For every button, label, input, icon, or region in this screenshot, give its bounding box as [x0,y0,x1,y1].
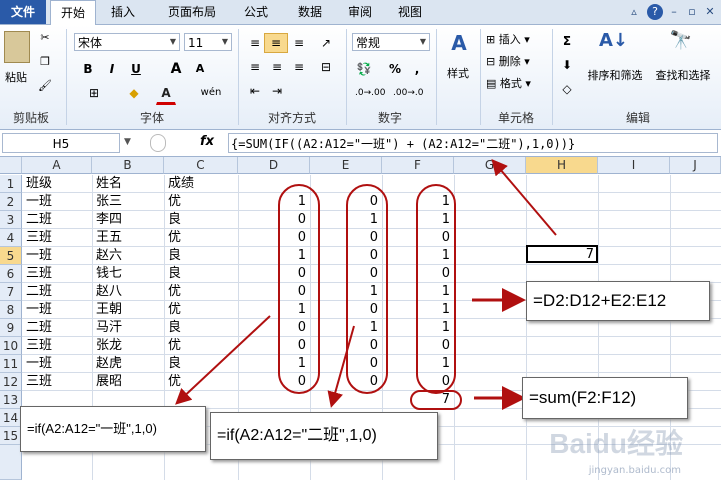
callout-sum: =sum(F2:F12) [522,377,688,419]
callout-d-plus-e: =D2:D12+E2:E12 [526,281,710,321]
callout-if-two: =if(A2:A12="二班",1,0) [210,412,438,460]
watermark-url: jingyan.baidu.com [588,465,681,476]
callout-if-one: =if(A2:A12="一班",1,0) [20,406,206,452]
watermark-logo: Baidu经验 [549,428,683,459]
